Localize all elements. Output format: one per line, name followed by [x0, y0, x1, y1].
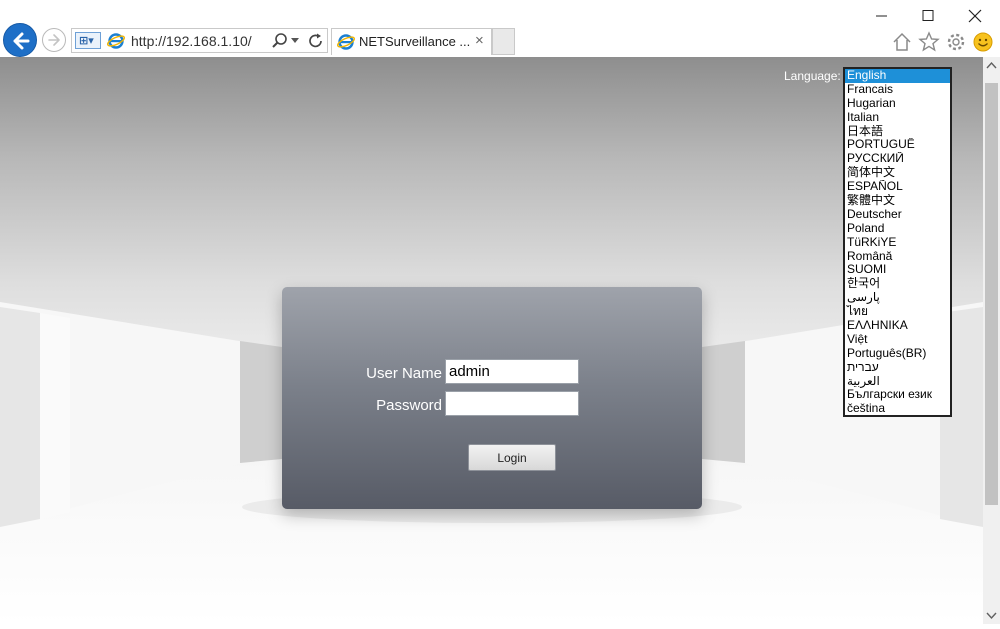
language-option[interactable]: العربية	[845, 375, 950, 389]
scroll-up-icon[interactable]	[983, 57, 1000, 74]
language-option[interactable]: Português(BR)	[845, 347, 950, 361]
chevron-down-icon[interactable]	[291, 38, 299, 43]
smiley-icon[interactable]	[972, 31, 993, 52]
language-option[interactable]: 日本語	[845, 125, 950, 139]
gear-icon[interactable]	[945, 31, 965, 51]
forward-button[interactable]	[42, 28, 66, 52]
password-label: Password	[376, 397, 442, 414]
language-option[interactable]: 简体中文	[845, 166, 950, 180]
username-label: User Name	[366, 365, 442, 382]
new-tab-button[interactable]	[492, 28, 515, 55]
language-option[interactable]: English	[845, 69, 950, 83]
language-option[interactable]: ไทย	[845, 305, 950, 319]
language-option[interactable]: Poland	[845, 222, 950, 236]
language-option[interactable]: 한국어	[845, 277, 950, 291]
language-option[interactable]: Hugarian	[845, 97, 950, 111]
language-option[interactable]: Việt	[845, 333, 950, 347]
language-option[interactable]: SUOMI	[845, 263, 950, 277]
language-option[interactable]: Română	[845, 250, 950, 264]
language-option[interactable]: čeština	[845, 402, 950, 415]
language-option[interactable]: پارسی	[845, 291, 950, 305]
language-option[interactable]: TüRKiYE	[845, 236, 950, 250]
password-field[interactable]	[445, 391, 579, 416]
language-option[interactable]: Francais	[845, 83, 950, 97]
search-icon[interactable]	[271, 32, 289, 55]
language-option[interactable]: PORTUGUÊ	[845, 138, 950, 152]
scrollbar-thumb[interactable]	[985, 83, 998, 505]
ie-tab-icon	[337, 33, 355, 51]
forward-arrow-icon	[48, 34, 60, 46]
language-select[interactable]: English Francais Hugarian Italian 日本語 PORTUGU…	[843, 67, 952, 417]
login-panel: User Name Password Login	[282, 287, 702, 509]
language-option[interactable]: Deutscher	[845, 208, 950, 222]
refresh-icon[interactable]	[307, 32, 325, 55]
home-icon[interactable]	[891, 31, 911, 51]
back-button[interactable]	[3, 23, 37, 57]
tab-netsurveillance[interactable]: NETSurveillance ... ×	[331, 28, 492, 55]
minimize-button[interactable]	[872, 6, 892, 26]
url-text: http://192.168.1.10/	[131, 33, 252, 49]
compat-label: ⊞▾	[79, 35, 94, 47]
language-option[interactable]: Български език	[845, 388, 950, 402]
page-content: Language: English Francais Hugarian Italian…	[0, 57, 983, 624]
close-window-button[interactable]	[965, 6, 985, 26]
back-arrow-icon	[13, 32, 30, 50]
language-option[interactable]: Italian	[845, 111, 950, 125]
language-option[interactable]: РУССКИЙ	[845, 152, 950, 166]
language-option[interactable]: ESPAÑOL	[845, 180, 950, 194]
language-label: Language:	[784, 69, 841, 83]
close-tab-icon[interactable]: ×	[475, 32, 484, 49]
login-button[interactable]: Login	[468, 444, 556, 471]
language-option[interactable]: עברית	[845, 361, 950, 375]
address-bar[interactable]: ⊞▾ http://192.168.1.10/	[71, 28, 328, 53]
browser-chrome: ⊞▾ http://192.168.1.10/ NETSurveillance	[0, 0, 1000, 58]
username-field[interactable]	[445, 359, 579, 384]
tab-title: NETSurveillance ...	[359, 34, 471, 49]
star-icon[interactable]	[918, 31, 940, 52]
language-option[interactable]: 繁體中文	[845, 194, 950, 208]
scroll-down-icon[interactable]	[983, 607, 1000, 624]
maximize-button[interactable]	[918, 6, 938, 26]
compatibility-view-button[interactable]: ⊞▾	[75, 32, 101, 49]
language-option[interactable]: ΕΛΛΗΝΙΚΑ	[845, 319, 950, 333]
vertical-scrollbar[interactable]	[983, 57, 1000, 624]
ie-logo-icon	[107, 32, 125, 50]
